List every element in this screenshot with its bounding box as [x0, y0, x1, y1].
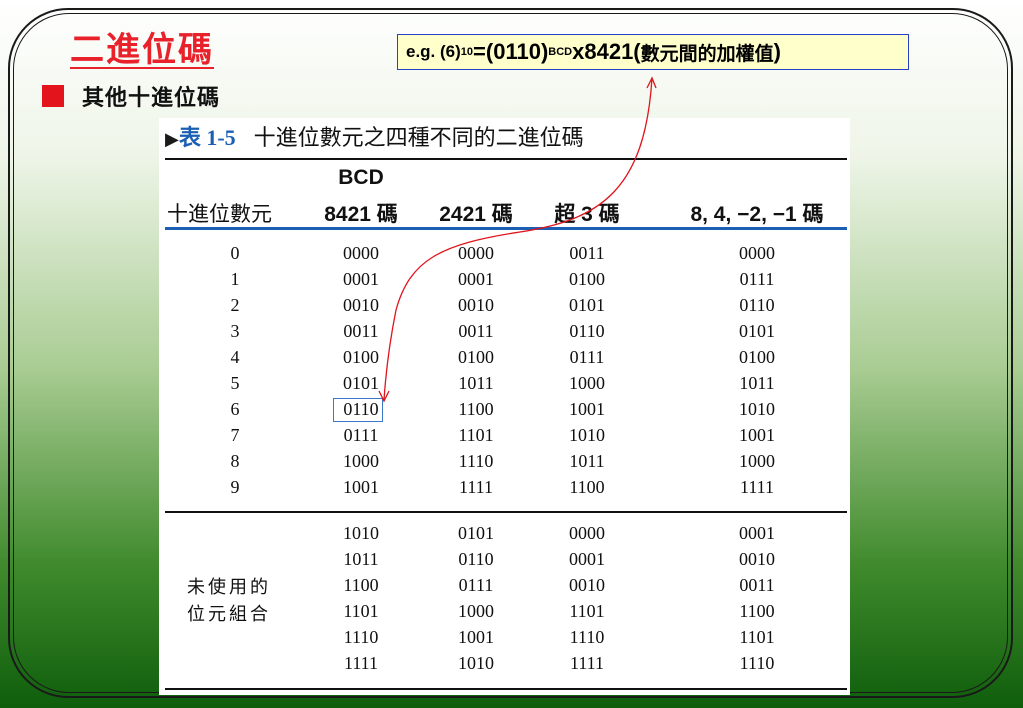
- example-arrow: [378, 76, 657, 403]
- arrow-path: [383, 77, 653, 401]
